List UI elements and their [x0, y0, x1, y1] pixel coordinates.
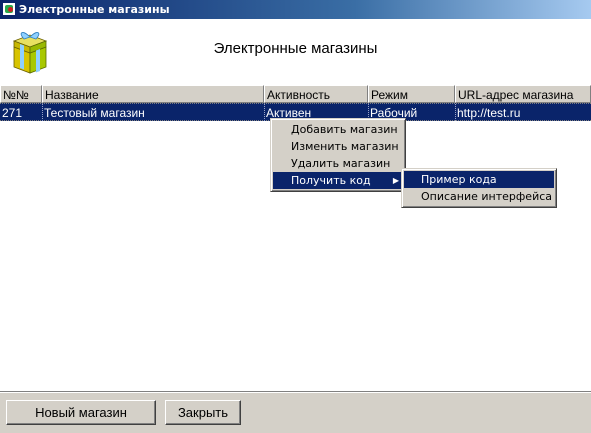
- header: Электронные магазины: [0, 19, 591, 85]
- menu-item-get-code-label: Получить код: [291, 174, 371, 187]
- footer: Новый магазин Закрыть: [0, 391, 591, 433]
- cell-number: 271: [2, 106, 23, 120]
- column-header-url[interactable]: URL-адрес магазина: [455, 85, 591, 103]
- cell-name: Тестовый магазин: [44, 106, 145, 120]
- menu-item-get-code[interactable]: Получить код ▶: [273, 172, 403, 189]
- page-title: Электронные магазины: [213, 40, 378, 57]
- menu-item-edit-store[interactable]: Изменить магазин: [273, 138, 403, 155]
- close-button[interactable]: Закрыть: [165, 400, 241, 425]
- column-header-activity[interactable]: Активность: [264, 85, 368, 103]
- context-menu: Добавить магазин Изменить магазин Удалит…: [270, 118, 406, 192]
- menu-item-interface-description[interactable]: Описание интерфейса: [404, 188, 554, 205]
- cell-url: http://test.ru: [457, 106, 521, 120]
- column-header-mode[interactable]: Режим: [368, 85, 455, 103]
- menu-item-delete-store[interactable]: Удалить магазин: [273, 155, 403, 172]
- stores-table: №№ Название Активность Режим URL-адрес м…: [0, 85, 591, 121]
- window-title: Электронные магазины: [19, 3, 170, 16]
- table-header: №№ Название Активность Режим URL-адрес м…: [0, 85, 591, 103]
- app-icon[interactable]: [2, 2, 16, 16]
- column-header-number[interactable]: №№: [0, 85, 42, 103]
- submenu-arrow-icon: ▶: [392, 176, 399, 185]
- menu-item-add-store[interactable]: Добавить магазин: [273, 121, 403, 138]
- title-bar[interactable]: Электронные магазины: [0, 0, 591, 19]
- new-store-button[interactable]: Новый магазин: [6, 400, 156, 425]
- column-header-name[interactable]: Название: [42, 85, 264, 103]
- menu-item-code-example[interactable]: Пример кода: [404, 171, 554, 188]
- submenu: Пример кода Описание интерфейса: [401, 168, 557, 208]
